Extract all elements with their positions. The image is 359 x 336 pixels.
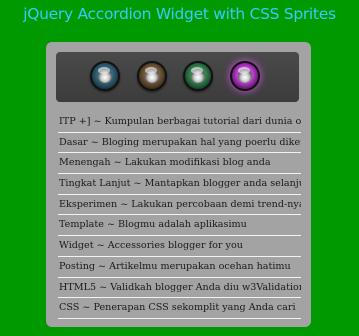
purple-orb-button[interactable] xyxy=(230,61,260,91)
orb-glare xyxy=(238,67,250,74)
list-item-template[interactable]: Template ~ Blogmu adalah aplikasimu xyxy=(58,215,301,237)
list-item-widget[interactable]: Widget ~ Accessories blogger for you xyxy=(58,236,301,257)
list-item-itp[interactable]: ITP +] ~ Kumpulan berbagai tutorial dari… xyxy=(58,112,301,133)
list-item-menengah[interactable]: Menengah ~ Lakukan modifikasi blog anda xyxy=(58,153,301,175)
green-orb-button[interactable] xyxy=(183,61,213,91)
list-item-posting[interactable]: Posting ~ Artikelmu merupakan ocehan hat… xyxy=(58,257,301,278)
list-item-tingkat-lanjut[interactable]: Tingkat Lanjut ~ Mantapkan blogger anda … xyxy=(58,174,301,195)
sprite-button-bar xyxy=(56,52,299,102)
list-item-css[interactable]: CSS ~ Penerapan CSS sekomplit yang Anda … xyxy=(58,298,301,319)
brown-orb-button[interactable] xyxy=(137,61,167,91)
blue-orb-button[interactable] xyxy=(90,61,120,91)
page-title: jQuery Accordion Widget with CSS Sprites xyxy=(23,5,336,23)
category-list: ITP +] ~ Kumpulan berbagai tutorial dari… xyxy=(58,112,301,319)
orb-glare xyxy=(191,67,203,74)
list-item-eksperimen[interactable]: Eksperimen ~ Lakukan percobaan demi tren… xyxy=(58,195,301,216)
orb-glare xyxy=(98,67,110,74)
accordion-panel: ITP +] ~ Kumpulan berbagai tutorial dari… xyxy=(46,42,311,327)
list-item-dasar[interactable]: Dasar ~ Bloging merupakan hal yang poerl… xyxy=(58,133,301,154)
orb-glare xyxy=(145,67,157,74)
list-item-html5[interactable]: HTML5 ~ Validkah blogger Anda diu w3Vali… xyxy=(58,278,301,299)
